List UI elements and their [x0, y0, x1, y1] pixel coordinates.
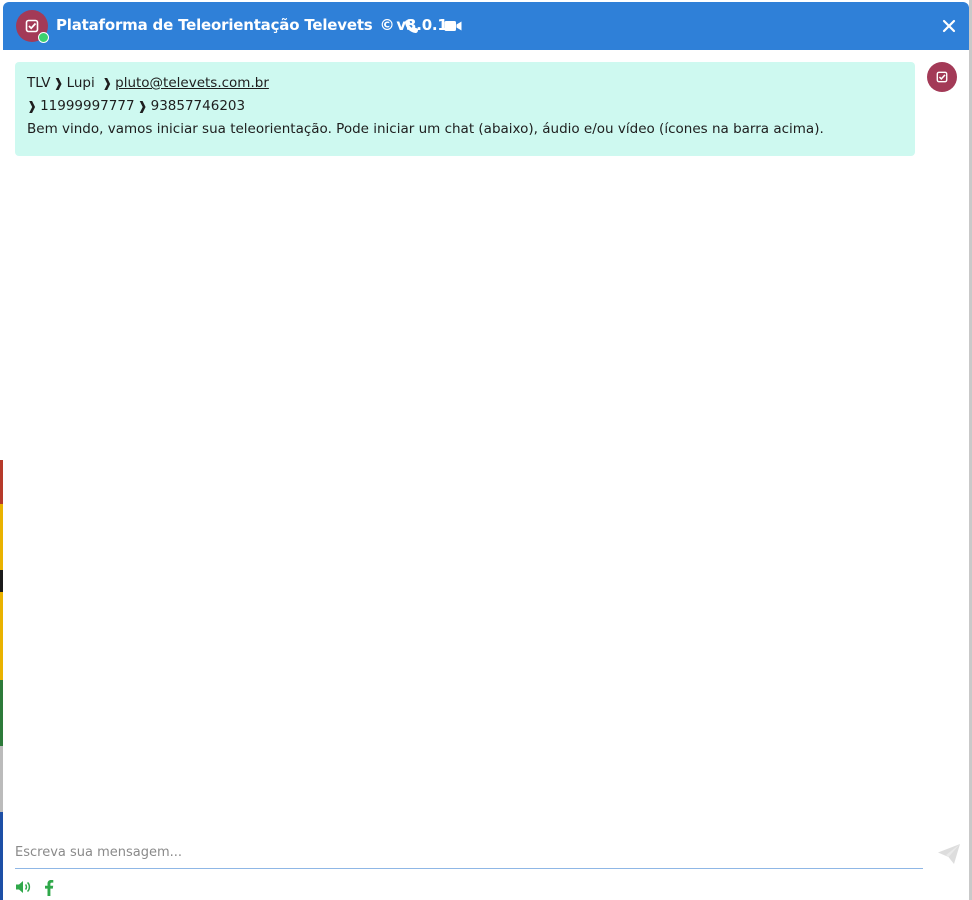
message-phone-line: ❱ 11999997777 ❱ 93857746203	[27, 95, 903, 118]
separator-chevron: ❱	[137, 99, 148, 113]
copyright-symbol: ©	[379, 16, 395, 34]
app-avatar[interactable]	[16, 10, 49, 43]
message-contact-line: TLV ❱ Lupi ❱ pluto@televets.com.br	[27, 72, 903, 95]
close-icon	[942, 19, 956, 33]
separator-chevron: ❱	[102, 76, 113, 90]
title-bar: Plataforma de Teleorientação Televets © v…	[3, 2, 969, 50]
facebook-button[interactable]	[44, 879, 54, 896]
send-button[interactable]	[935, 840, 963, 868]
phone-call-button[interactable]	[401, 16, 421, 36]
separator-chevron: ❱	[27, 99, 38, 113]
checkbox-icon	[936, 71, 948, 83]
phone-icon	[404, 19, 418, 33]
send-icon	[938, 844, 960, 864]
contact-name: Lupi	[66, 75, 95, 91]
video-camera-icon	[444, 21, 462, 31]
checkbox-icon	[25, 19, 39, 33]
message-prefix: TLV	[27, 75, 51, 91]
video-call-button[interactable]	[443, 16, 463, 36]
facebook-icon	[45, 879, 54, 896]
online-status-dot	[38, 32, 49, 43]
window-title-text: Plataforma de Teleorientação Televets	[56, 16, 373, 34]
contact-phone-2: 93857746203	[150, 98, 246, 114]
contact-phone-1: 11999997777	[40, 98, 135, 114]
chat-window: Plataforma de Teleorientação Televets © v…	[3, 2, 969, 900]
speaker-icon	[16, 881, 31, 893]
contact-email-link[interactable]: pluto@televets.com.br	[115, 75, 269, 91]
message-text: Bem vindo, vamos iniciar sua teleorienta…	[27, 121, 824, 137]
close-button[interactable]	[937, 14, 961, 38]
sound-toggle-button[interactable]	[15, 880, 32, 894]
message-bubble: TLV ❱ Lupi ❱ pluto@televets.com.br ❱ 1199999…	[15, 62, 915, 156]
message-input[interactable]	[15, 840, 923, 864]
composer-toolbar	[15, 876, 54, 898]
message-composer	[15, 840, 923, 869]
separator-chevron: ❱	[53, 76, 64, 90]
message-sender-avatar	[927, 62, 957, 92]
window-title: Plataforma de Teleorientação Televets © v…	[56, 16, 448, 34]
